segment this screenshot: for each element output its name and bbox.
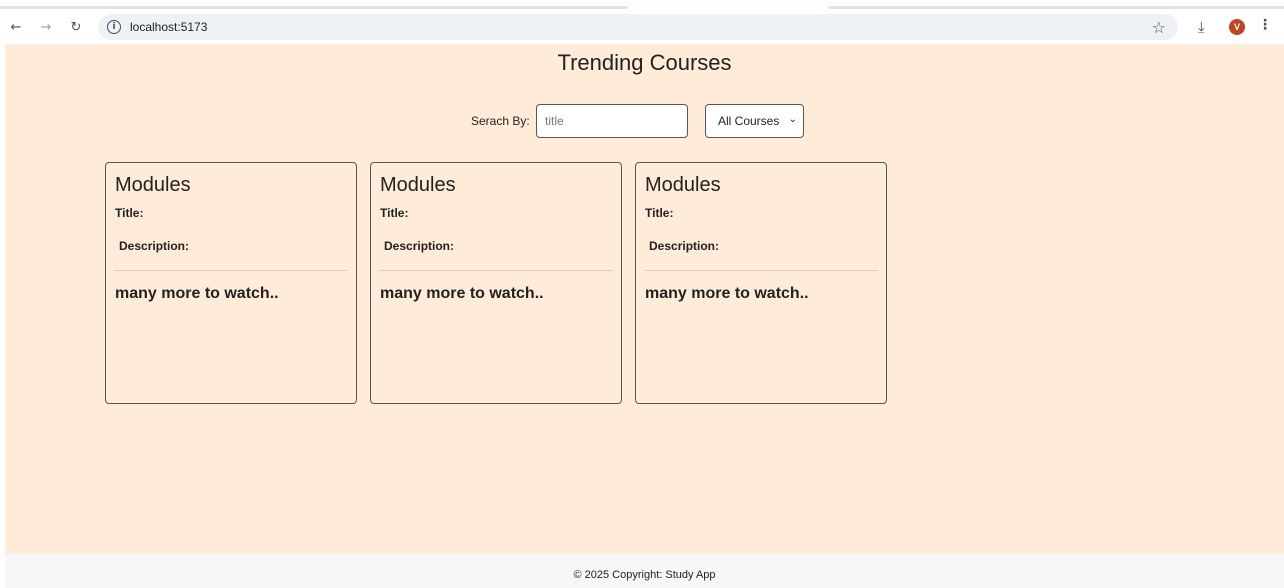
course-card: Modules Title: Description: many more to… (370, 162, 622, 404)
arrow-right-icon: → (40, 19, 52, 35)
reload-icon: ↻ (70, 19, 82, 35)
forward-button[interactable]: → (36, 17, 56, 37)
card-description-label: Description: (119, 239, 190, 253)
card-title-label: Title: (115, 206, 144, 220)
card-more-text: many more to watch.. (645, 285, 809, 302)
avatar[interactable]: V (1229, 19, 1245, 35)
card-more-text: many more to watch.. (115, 285, 279, 302)
page-title: Trending Courses (557, 50, 732, 75)
card-title-label: Title: (645, 206, 674, 220)
search-label: Serach By: (471, 114, 530, 128)
course-filter-value: All Courses (718, 114, 780, 128)
browser-toolbar: ← → ↻ i localhost:5173 ☆ ⤓ V ⋮ (0, 10, 1284, 44)
card-heading: Modules (115, 174, 191, 196)
arrow-left-icon: ← (10, 19, 22, 35)
search-input[interactable] (536, 104, 688, 138)
tab-edge-right (828, 6, 1284, 9)
tab-edge-left (0, 6, 628, 9)
card-divider (114, 270, 348, 271)
card-title-label: Title: (380, 206, 409, 220)
card-description-label: Description: (384, 239, 455, 253)
star-icon[interactable]: ☆ (1152, 18, 1166, 37)
card-divider (379, 270, 613, 271)
kebab-menu-icon[interactable]: ⋮ (1258, 17, 1272, 33)
card-heading: Modules (645, 174, 721, 196)
footer: © 2025 Copyright: Study App (5, 554, 1284, 588)
chevron-down-icon: ⌄ (788, 114, 797, 125)
page-content: Trending Courses Serach By: All Courses … (5, 44, 1284, 554)
course-filter-select[interactable]: All Courses ⌄ (705, 104, 804, 138)
tab-strip (0, 0, 1284, 10)
back-button[interactable]: ← (6, 17, 26, 37)
footer-copyright: © 2025 Copyright: Study App (573, 569, 716, 581)
search-row: Serach By: All Courses ⌄ (5, 104, 1284, 138)
card-description-label: Description: (649, 239, 720, 253)
course-card: Modules Title: Description: many more to… (635, 162, 887, 404)
reload-button[interactable]: ↻ (66, 17, 86, 37)
course-card: Modules Title: Description: many more to… (105, 162, 357, 404)
card-heading: Modules (380, 174, 456, 196)
info-icon[interactable]: i (107, 20, 121, 34)
card-divider (644, 270, 878, 271)
url-text[interactable]: localhost:5173 (130, 20, 207, 34)
address-bar[interactable]: i localhost:5173 ☆ (98, 14, 1178, 40)
card-more-text: many more to watch.. (380, 285, 544, 302)
download-icon[interactable]: ⤓ (1198, 18, 1216, 36)
